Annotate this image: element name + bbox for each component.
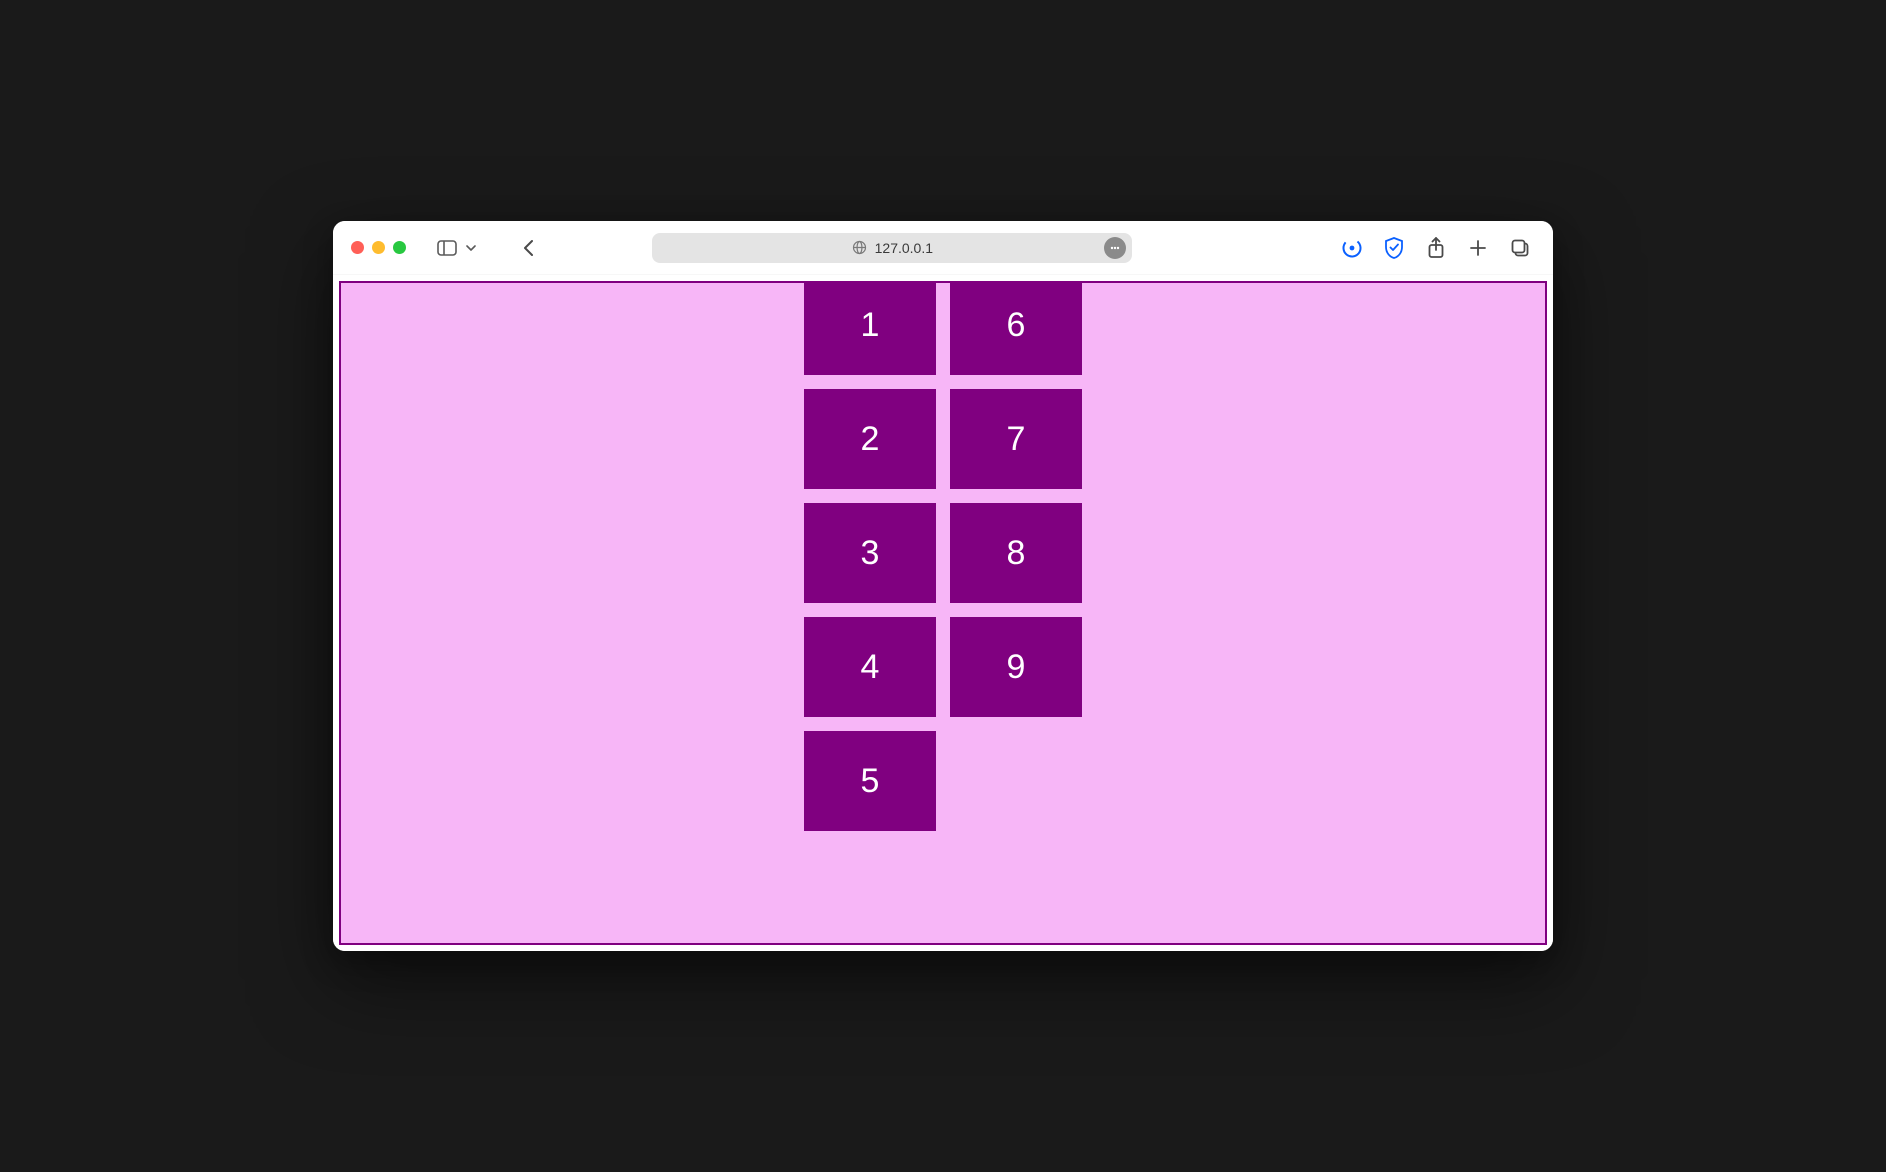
chevron-left-icon bbox=[522, 239, 536, 257]
browser-window: 127.0.0.1 bbox=[333, 221, 1553, 951]
tile: 4 bbox=[804, 617, 936, 717]
share-button[interactable] bbox=[1421, 234, 1451, 262]
share-icon bbox=[1427, 237, 1445, 259]
sidebar-toggle-button[interactable] bbox=[432, 234, 462, 262]
sidebar-icon bbox=[437, 240, 457, 256]
sidebar-toggle-group bbox=[432, 234, 480, 262]
window-controls bbox=[351, 241, 406, 254]
tabs-icon bbox=[1510, 238, 1530, 258]
close-window-button[interactable] bbox=[351, 241, 364, 254]
maximize-window-button[interactable] bbox=[393, 241, 406, 254]
new-tab-button[interactable] bbox=[1463, 234, 1493, 262]
page-body: 1 2 3 4 5 6 7 8 9 bbox=[339, 281, 1547, 945]
titlebar: 127.0.0.1 bbox=[333, 221, 1553, 275]
tile: 5 bbox=[804, 731, 936, 831]
back-button[interactable] bbox=[514, 234, 544, 262]
address-bar[interactable]: 127.0.0.1 bbox=[652, 233, 1132, 263]
privacy-report-button[interactable] bbox=[1337, 234, 1367, 262]
right-toolbar bbox=[1337, 234, 1535, 262]
tile-column-2: 6 7 8 9 bbox=[950, 281, 1082, 831]
shield-check-icon bbox=[1383, 236, 1405, 260]
tile: 9 bbox=[950, 617, 1082, 717]
globe-icon bbox=[852, 240, 867, 255]
tile: 3 bbox=[804, 503, 936, 603]
plus-icon bbox=[1468, 238, 1488, 258]
tile: 7 bbox=[950, 389, 1082, 489]
tile: 6 bbox=[950, 281, 1082, 375]
tab-overview-button[interactable] bbox=[1505, 234, 1535, 262]
minimize-window-button[interactable] bbox=[372, 241, 385, 254]
reader-mode-button[interactable] bbox=[1104, 237, 1126, 259]
tile: 8 bbox=[950, 503, 1082, 603]
ellipsis-icon bbox=[1109, 242, 1121, 254]
tile: 2 bbox=[804, 389, 936, 489]
tile-grid: 1 2 3 4 5 6 7 8 9 bbox=[804, 281, 1082, 831]
adblock-button[interactable] bbox=[1379, 234, 1409, 262]
chevron-down-icon bbox=[466, 245, 476, 251]
address-text: 127.0.0.1 bbox=[875, 240, 933, 256]
privacy-icon bbox=[1341, 237, 1363, 259]
tile: 1 bbox=[804, 281, 936, 375]
tile-column-1: 1 2 3 4 5 bbox=[804, 281, 936, 831]
sidebar-menu-button[interactable] bbox=[462, 234, 480, 262]
viewport: 1 2 3 4 5 6 7 8 9 bbox=[333, 275, 1553, 951]
